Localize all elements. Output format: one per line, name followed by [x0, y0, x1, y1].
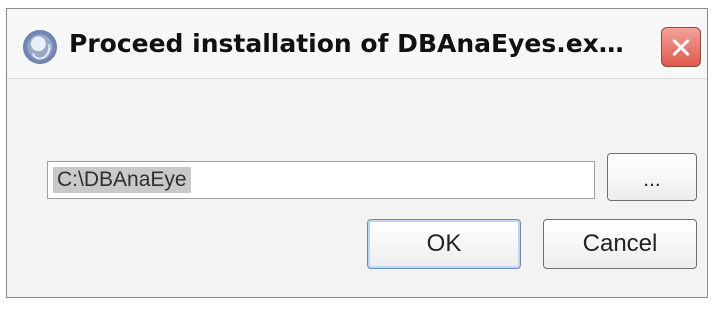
- screen: Proceed installation of DBAnaEyes.ex… C:…: [0, 0, 720, 312]
- selected-path-text: C:\DBAnaEye: [53, 167, 191, 193]
- app-icon: [23, 30, 57, 64]
- install-path-input[interactable]: C:\DBAnaEye: [47, 161, 595, 199]
- browse-button[interactable]: ...: [607, 153, 697, 201]
- installation-dialog: Proceed installation of DBAnaEyes.ex… C:…: [6, 8, 708, 298]
- ok-button[interactable]: OK: [367, 219, 521, 269]
- dialog-title: Proceed installation of DBAnaEyes.ex…: [69, 29, 624, 58]
- dialog-content: C:\DBAnaEye ... OK Cancel: [7, 79, 707, 297]
- close-icon[interactable]: [661, 27, 701, 67]
- title-bar: Proceed installation of DBAnaEyes.ex…: [7, 9, 707, 79]
- cancel-button[interactable]: Cancel: [543, 219, 697, 269]
